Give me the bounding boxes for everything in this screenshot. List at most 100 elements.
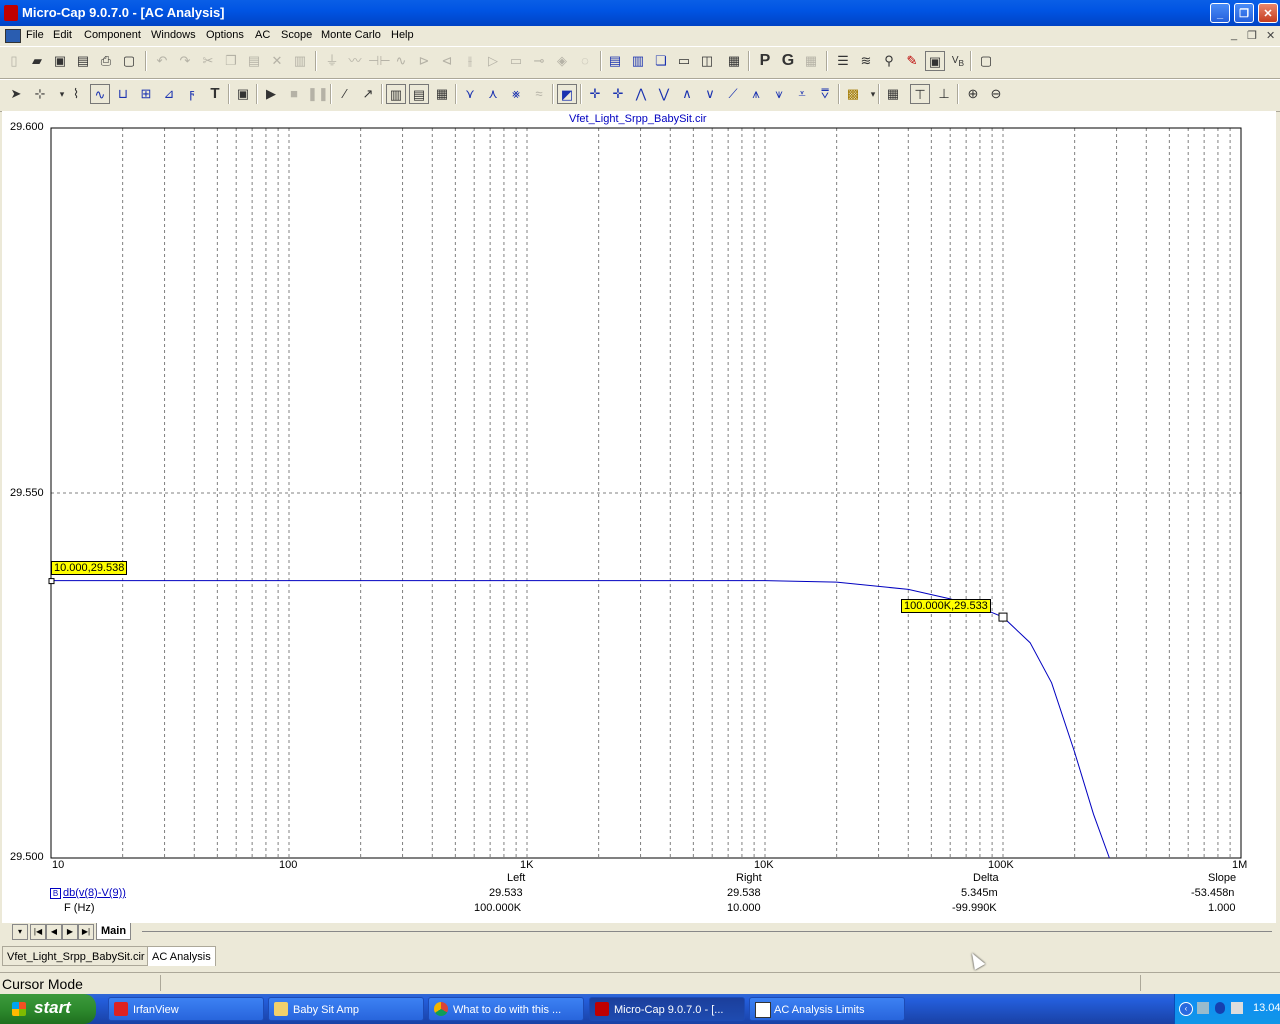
menu-monte-carlo[interactable]: Monte Carlo [321,29,381,41]
tab-main[interactable]: Main [96,923,132,940]
left-cursor-label[interactable]: 10.000,29.538 [51,561,128,575]
doc-icon[interactable] [5,29,21,43]
menu-help[interactable]: Help [391,29,414,41]
global-low-icon[interactable]: ⩛ [769,84,789,104]
bottom-icon[interactable]: ⩢ [815,84,835,104]
save-all-icon[interactable]: ▤ [73,51,93,71]
tab-ac-analysis[interactable]: AC Analysis [147,946,216,966]
calculator-icon[interactable]: ▦ [724,51,744,71]
plot-window-icon[interactable]: ▢ [976,51,996,71]
taskbar-irfanview[interactable]: IrfanView [108,997,264,1021]
scrollbar-track[interactable] [142,931,1272,932]
trace-toggle-icon[interactable]: B [50,888,61,899]
dropdown-arrow-icon[interactable]: ▾ [863,84,883,104]
mdi-minimize-button[interactable]: _ [1231,29,1237,41]
data-points-icon[interactable]: ⊥ [934,84,954,104]
zoom-out-icon[interactable]: ⊖ [986,84,1006,104]
close-button[interactable]: ✕ [1258,3,1278,23]
menu-scope[interactable]: Scope [281,29,312,41]
fo-tag-icon[interactable]: ϝ [182,84,202,104]
source-icon[interactable]: ◌ [575,51,595,71]
tile-horizontal-icon[interactable]: ▤ [605,51,625,71]
g-icon[interactable]: G [778,51,798,71]
capacitor-icon[interactable]: ⊣⊢ [368,51,391,71]
menu-options[interactable]: Options [206,29,244,41]
cascade-icon[interactable]: ❏ [651,51,671,71]
open-icon[interactable]: ▰ [27,51,47,71]
slope-icon[interactable]: ⨳ [506,84,526,104]
print-icon[interactable]: ⎙ [96,51,116,71]
p-icon[interactable]: P [755,51,775,71]
minimize-button[interactable]: _ [1210,3,1230,23]
taskbar-ac-limits[interactable]: AC Analysis Limits [749,997,905,1021]
new-icon[interactable]: ▯ [4,51,24,71]
stop-icon[interactable]: ■ [284,84,304,104]
network-icon[interactable] [1197,1002,1209,1014]
grid-major-icon[interactable]: ▤ [409,84,429,104]
taskbar-microcap[interactable]: Micro-Cap 9.0.7.0 - [... [589,997,745,1021]
save-icon[interactable]: ▣ [50,51,70,71]
zener-icon[interactable]: ⊲ [437,51,457,71]
global-high-icon[interactable]: ⩚ [746,84,766,104]
last-tab-icon[interactable]: ▶| [78,924,94,940]
window-icon[interactable]: ▭ [674,51,694,71]
switch-icon[interactable]: ▭ [506,51,526,71]
app-icon[interactable] [4,5,18,21]
taskbar-chrome[interactable]: What to do with this ... [428,997,584,1021]
valley-icon[interactable]: ⋏ [483,84,503,104]
ground-icon[interactable]: ⏚ [322,51,342,71]
low-icon[interactable]: ∨ [700,84,720,104]
paste-icon[interactable]: ▤ [244,51,264,71]
toggle-tokens-icon[interactable]: ⊤ [910,84,930,104]
cursor-icon[interactable]: ◩ [557,84,577,104]
plot-canvas[interactable] [2,111,1276,926]
tab-circuit[interactable]: Vfet_Light_Srpp_BabySit.cir [2,946,150,966]
cut-icon[interactable]: ✂ [198,51,218,71]
mdi-restore-button[interactable]: ❐ [1247,29,1257,42]
zoom-in-icon[interactable]: ⊕ [963,84,983,104]
toolbox-icon[interactable]: ▩ [843,84,863,104]
plot-area[interactable]: 29.600 29.550 29.500 Vfet_Light_Srpp_Bab… [2,111,1276,926]
stepping-icon[interactable]: ⚲ [879,51,899,71]
right-cursor-label[interactable]: 100.000K,29.533 [901,599,991,613]
prev-tab-icon[interactable]: ◀ [46,924,62,940]
properties-icon[interactable]: ▣ [925,51,945,71]
volume-icon[interactable] [1231,1002,1243,1014]
npn-icon[interactable]: ▷ [483,51,503,71]
point-tag-icon[interactable]: ⊿ [159,84,179,104]
start-button[interactable]: start [0,994,96,1024]
menu-ac[interactable]: AC [255,29,270,41]
maximize-button[interactable]: ❐ [1234,3,1254,23]
next-tab-icon[interactable]: ▶ [62,924,78,940]
grid-minor-icon[interactable]: ▦ [432,84,452,104]
grid-icon[interactable]: ▦ [801,51,821,71]
delete-icon[interactable]: ✕ [267,51,287,71]
wire-mode-icon[interactable]: ⌇ [66,84,86,104]
top-icon[interactable]: ⩡ [792,84,812,104]
menu-component[interactable]: Component [84,29,141,41]
info-icon[interactable]: ▣ [233,84,253,104]
select-all-icon[interactable]: ▥ [290,51,310,71]
menu-edit[interactable]: Edit [53,29,72,41]
high-icon[interactable]: ∧ [677,84,697,104]
first-tab-icon[interactable]: |◀ [30,924,46,940]
tag-icon[interactable]: ⊞ [136,84,156,104]
taskbar-baby-sit-amp[interactable]: Baby Sit Amp [268,997,424,1021]
peak-find-icon[interactable]: ⋀ [631,84,651,104]
wire-icon[interactable]: ⊸ [529,51,549,71]
print-preview-icon[interactable]: ▢ [119,51,139,71]
copy-icon[interactable]: ❐ [221,51,241,71]
resistor-icon[interactable]: 〰 [345,51,365,71]
scope-mode-icon[interactable]: ∿ [90,84,110,104]
left-cursor-icon[interactable]: ✛ [585,84,605,104]
trace-expression[interactable]: db(v(8)-V(9)) [63,887,126,899]
inductor-icon[interactable]: ∿ [391,51,411,71]
undo-icon[interactable]: ↶ [152,51,172,71]
menu-windows[interactable]: Windows [151,29,196,41]
tray-expand-icon[interactable]: ‹ [1179,1002,1193,1016]
text-icon[interactable]: T [205,84,225,104]
grid-fine-icon[interactable]: ▥ [386,84,406,104]
run-icon[interactable]: ▶ [261,84,281,104]
probe-icon[interactable]: ◈ [552,51,572,71]
arrow-line-icon[interactable]: ↗ [358,84,378,104]
